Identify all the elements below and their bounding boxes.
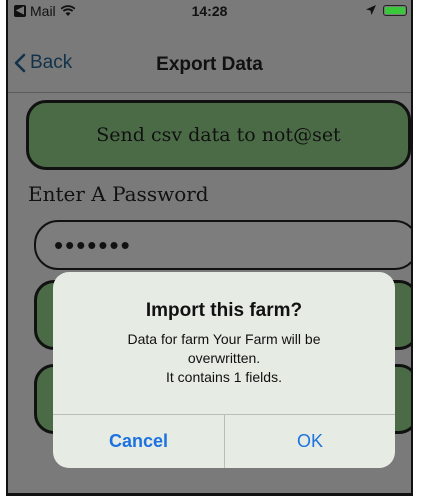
status-right xyxy=(365,4,407,16)
alert-title: Import this farm? xyxy=(145,300,303,321)
location-arrow-icon xyxy=(366,5,376,15)
password-field[interactable]: ••••••• xyxy=(34,220,411,270)
battery-level xyxy=(385,6,405,14)
app-screen: ◀ Mail 14:28 Back Export Data Send csv d… xyxy=(6,0,413,496)
page-title: Export Data xyxy=(156,54,263,75)
alert-ok-button[interactable]: OK xyxy=(225,415,395,468)
battery-icon xyxy=(383,4,407,16)
alert-message: Data for farm Your Farm will be overwrit… xyxy=(127,331,321,385)
alert-cancel-button[interactable]: Cancel xyxy=(53,415,224,468)
nav-divider xyxy=(8,92,411,93)
password-label: Enter A Password xyxy=(28,182,209,206)
navigation-bar: Back Export Data xyxy=(8,44,411,88)
import-alert-dialog: Import this farm? Data for farm Your Far… xyxy=(53,272,395,468)
status-bar: ◀ Mail 14:28 xyxy=(8,0,411,22)
send-csv-button[interactable]: Send csv data to not@set xyxy=(26,100,411,170)
status-time: 14:28 xyxy=(191,3,228,19)
